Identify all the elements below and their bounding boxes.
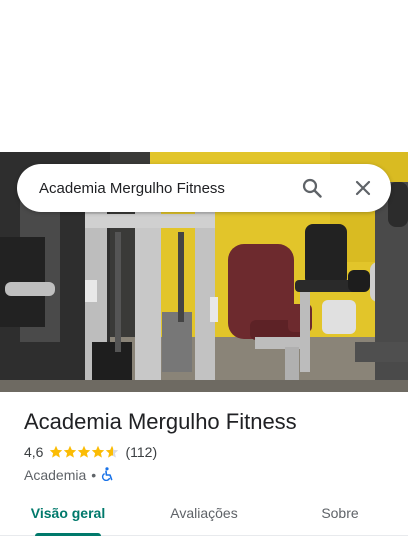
place-info: Academia Mergulho Fitness 4,6 (112) Acad… bbox=[24, 408, 408, 485]
rating-row[interactable]: 4,6 (112) bbox=[24, 442, 408, 462]
place-title: Academia Mergulho Fitness bbox=[24, 409, 297, 434]
category-label: Academia bbox=[24, 467, 87, 483]
tab-bar: Visão geral Avaliações Sobre bbox=[0, 496, 408, 536]
tab-about[interactable]: Sobre bbox=[272, 496, 408, 535]
star-icon bbox=[64, 445, 77, 458]
star-icon bbox=[92, 445, 105, 458]
search-bar[interactable]: Academia Mergulho Fitness bbox=[17, 164, 391, 212]
close-icon[interactable] bbox=[351, 176, 375, 200]
search-query[interactable]: Academia Mergulho Fitness bbox=[39, 180, 300, 197]
tab-reviews[interactable]: Avaliações bbox=[136, 496, 272, 535]
star-icon bbox=[78, 445, 91, 458]
star-icon bbox=[50, 445, 63, 458]
wheelchair-icon bbox=[101, 466, 114, 484]
review-count[interactable]: (112) bbox=[125, 444, 157, 460]
tab-overview[interactable]: Visão geral bbox=[0, 496, 136, 536]
category-row: Academia • bbox=[24, 465, 408, 485]
separator: • bbox=[91, 467, 97, 483]
search-icon[interactable] bbox=[300, 176, 324, 200]
star-rating bbox=[49, 445, 119, 459]
rating-value: 4,6 bbox=[24, 444, 44, 460]
star-icon bbox=[106, 445, 119, 458]
